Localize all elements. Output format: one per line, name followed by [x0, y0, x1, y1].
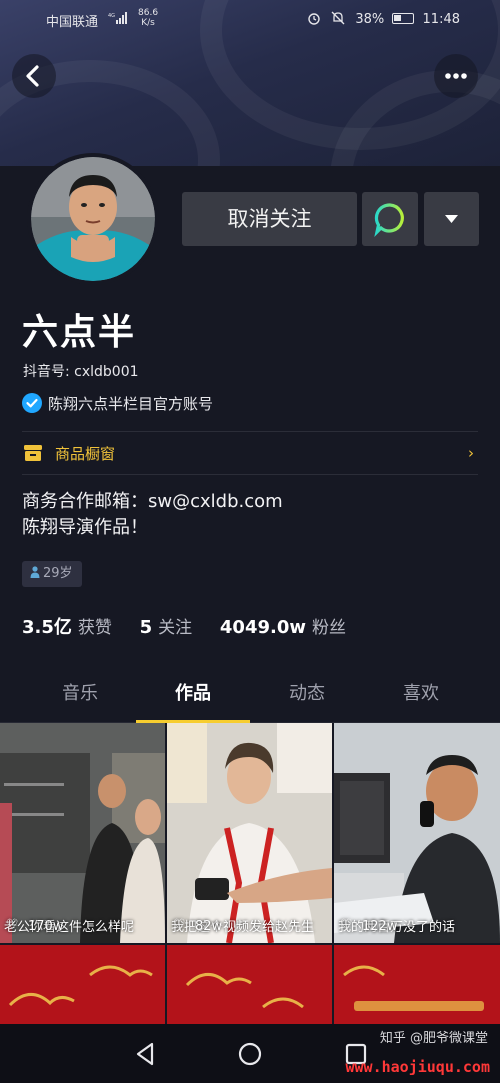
video-caption: 老公你看这件怎么样呢 [4, 920, 135, 935]
divider [22, 474, 478, 475]
stat-value: 3.5亿 [22, 617, 72, 638]
verified-check-icon [22, 393, 42, 413]
video-like-count: 82w [195, 919, 223, 934]
tab-activity[interactable]: 动态 [250, 667, 364, 722]
video-frame [167, 945, 332, 1025]
nav-home-icon [238, 1042, 262, 1066]
network-speed: 86.6 K/s [138, 8, 158, 28]
age-text: 29岁 [43, 566, 73, 581]
speed-value: 86.6 [138, 8, 159, 18]
tab-works[interactable]: 作品 [136, 667, 250, 723]
mute-icon [331, 11, 345, 25]
watermark-url: www.haojiuqu.com [345, 1058, 491, 1076]
carrier-label: 中国联通 [46, 15, 99, 30]
person-icon [30, 566, 40, 578]
stat-value: 4049.0w [219, 617, 306, 638]
video-frame [334, 945, 500, 1025]
bio-line: 商务合作邮箱：sw@cxldb.com [22, 491, 283, 512]
nav-back-icon [136, 1042, 154, 1066]
video-frame [0, 723, 165, 943]
stats-row: 3.5亿 获赞 5 关注 4049.0w 粉丝 [22, 613, 368, 639]
clock: 11:48 [422, 12, 460, 27]
shop-window-row[interactable]: 商品橱窗 › [22, 443, 478, 465]
unfollow-button[interactable]: 取消关注 [182, 192, 357, 246]
video-frame [0, 945, 165, 1025]
divider [22, 431, 478, 432]
recommend-dropdown-button[interactable] [424, 192, 479, 246]
status-bar: 中国联通 4G 86.6 K/s 38% 11:48 [0, 8, 500, 32]
battery-percent: 38% [355, 12, 385, 27]
shop-icon [24, 445, 42, 461]
video-caption: 我把这个视频发给赵先生 [171, 920, 315, 935]
message-button[interactable] [362, 192, 418, 246]
avatar-photo [31, 157, 155, 281]
chat-bubble-icon [374, 203, 404, 237]
video-caption: 我的两百万没了的话 [338, 920, 456, 935]
status-right: 38% 11:48 [307, 11, 460, 27]
watermark-zhihu: 知乎 @肥爷微课堂 [379, 1031, 488, 1046]
more-button[interactable] [434, 54, 478, 98]
more-dots-icon [445, 73, 467, 79]
battery-icon [392, 13, 415, 24]
avatar[interactable] [27, 153, 159, 285]
stat-likes: 3.5亿 获赞 [22, 617, 134, 638]
age-tag: 29岁 [22, 561, 82, 587]
video-thumbnail[interactable]: 我的两百万没了的话 ♡ 122w [334, 723, 500, 943]
tab-music[interactable]: 音乐 [23, 667, 137, 722]
back-button[interactable] [12, 54, 56, 98]
video-thumbnail[interactable]: 我把这个视频发给赵先生 ♡ 82w [167, 723, 332, 943]
signal-icon: 4G [108, 12, 127, 24]
stat-value: 5 [139, 617, 153, 638]
video-thumbnail[interactable]: 老公你看这件怎么样呢 ♡ 170w [0, 723, 165, 943]
heart-icon: ♡ [340, 917, 353, 933]
video-grid: 老公你看这件怎么样呢 ♡ 170w 我把这个视频发给赵先生 ♡ 82w 我的两百… [0, 723, 500, 1025]
douyin-id: 抖音号: cxldb001 [23, 364, 139, 380]
shop-label: 商品橱窗 [55, 445, 116, 463]
verified-text: 陈翔六点半栏目官方账号 [48, 395, 214, 413]
video-frame [167, 723, 332, 943]
triangle-down-icon [445, 215, 458, 223]
video-frame [334, 723, 500, 943]
video-like-count: 122w [362, 919, 398, 934]
stat-label: 关注 [158, 618, 193, 638]
chevron-right-icon: › [468, 444, 474, 462]
heart-icon: ♡ [6, 917, 19, 933]
stat-label: 粉丝 [311, 618, 346, 638]
back-arrow-icon [26, 65, 39, 87]
network-type: 4G [108, 13, 115, 19]
profile-tabs: 音乐 作品 动态 喜欢 [0, 667, 500, 723]
verified-row: 陈翔六点半栏目官方账号 [22, 393, 213, 414]
video-like-count: 170w [28, 919, 64, 934]
profile-name: 六点半 [22, 312, 137, 353]
alarm-icon [308, 13, 320, 25]
bio: 商务合作邮箱：sw@cxldb.com 陈翔导演作品！ [22, 489, 283, 541]
bio-line: 陈翔导演作品！ [22, 517, 148, 538]
heart-icon: ♡ [173, 917, 186, 933]
tab-likes[interactable]: 喜欢 [364, 667, 478, 722]
speed-unit: K/s [141, 18, 155, 28]
stat-label: 获赞 [77, 618, 112, 638]
video-thumbnail[interactable] [167, 945, 332, 1025]
video-thumbnail[interactable] [0, 945, 165, 1025]
stat-following[interactable]: 5 关注 [140, 617, 215, 638]
video-thumbnail[interactable] [334, 945, 500, 1025]
stat-followers[interactable]: 4049.0w 粉丝 [220, 617, 368, 638]
